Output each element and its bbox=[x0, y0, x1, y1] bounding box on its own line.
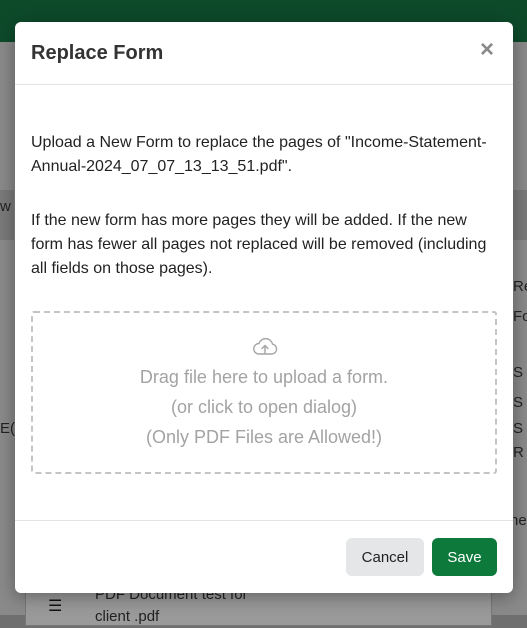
cloud-upload-icon bbox=[253, 337, 278, 355]
bg-fragment: Fo bbox=[513, 308, 527, 325]
dropzone-instruction: Drag file here to upload a form. bbox=[139, 367, 389, 387]
replace-form-modal: Replace Form × Upload a New Form to repl… bbox=[15, 22, 513, 593]
replace-description: Upload a New Form to replace the pages o… bbox=[31, 134, 487, 175]
modal-title: Replace Form bbox=[31, 42, 164, 64]
file-dropzone[interactable]: Drag file here to upload a form. (or cli… bbox=[31, 311, 497, 474]
bg-fragment: E( bbox=[0, 420, 15, 437]
bg-fragment: S bbox=[513, 394, 524, 411]
hamburger-menu-icon: ☰ bbox=[48, 598, 63, 615]
modal-header: Replace Form × bbox=[15, 22, 513, 85]
bg-fragment: Re bbox=[513, 278, 527, 295]
bg-panel-right bbox=[513, 190, 527, 240]
bg-fragment: S M bbox=[513, 420, 527, 437]
bg-fragment: S F bbox=[513, 364, 527, 381]
close-icon[interactable]: × bbox=[477, 38, 497, 62]
save-button[interactable]: Save bbox=[432, 538, 497, 576]
pages-warning: If the new form has more pages they will… bbox=[31, 212, 487, 277]
bg-fragment: R bbox=[513, 444, 524, 461]
dropzone-click-hint: (or click to open dialog) bbox=[170, 397, 358, 417]
cancel-button[interactable]: Cancel bbox=[346, 538, 424, 576]
modal-footer: Cancel Save bbox=[15, 520, 513, 593]
dropzone-filetype-note: (Only PDF Files are Allowed!) bbox=[145, 427, 383, 447]
bg-fragment: w bbox=[0, 198, 11, 215]
